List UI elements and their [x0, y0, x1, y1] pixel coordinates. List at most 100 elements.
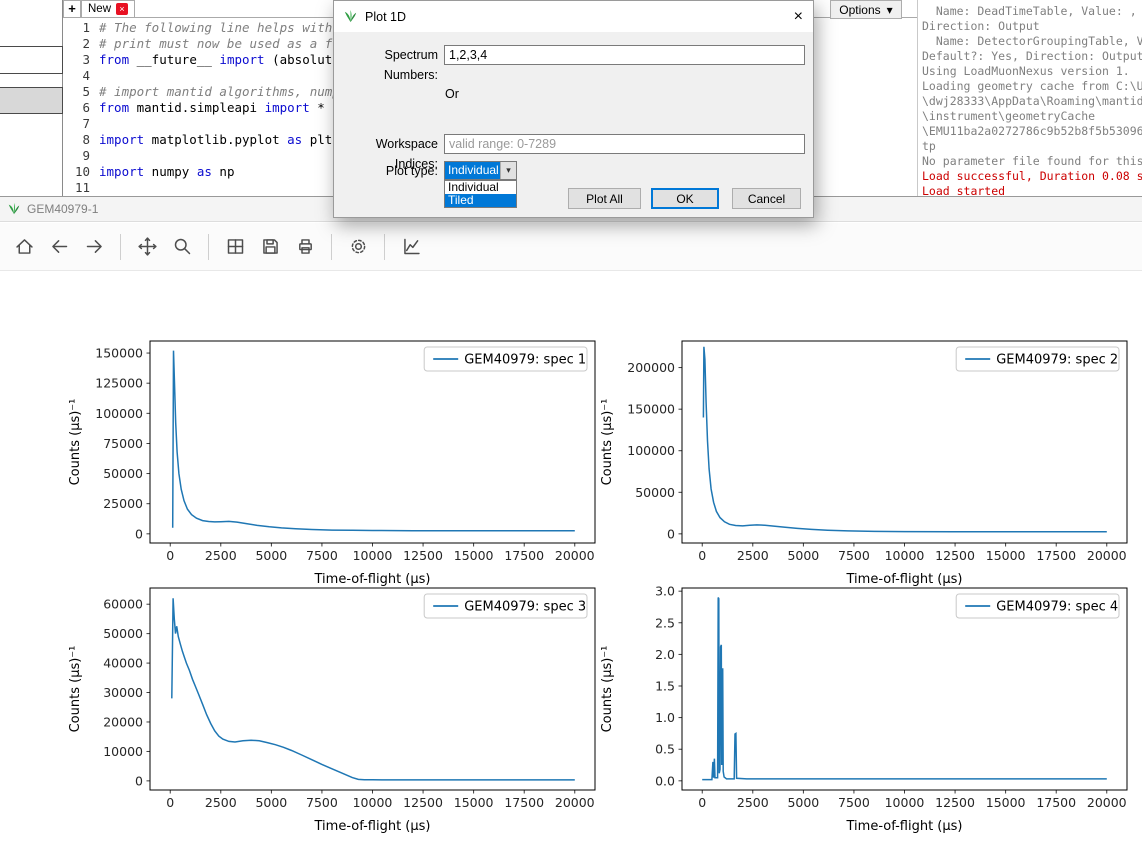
dropdown-option-tiled[interactable]: Tiled — [445, 194, 516, 207]
save-icon — [260, 236, 281, 257]
svg-text:20000: 20000 — [1087, 548, 1127, 563]
svg-text:7500: 7500 — [838, 795, 870, 810]
svg-text:7500: 7500 — [306, 548, 338, 563]
gear-icon — [348, 236, 369, 257]
svg-text:10000: 10000 — [885, 795, 925, 810]
svg-text:12500: 12500 — [403, 548, 443, 563]
plot-all-button[interactable]: Plot All — [568, 188, 641, 209]
svg-text:200000: 200000 — [627, 360, 675, 375]
svg-text:17500: 17500 — [1036, 795, 1076, 810]
chart-svg: 0250050007500100001250015000175002000005… — [587, 333, 1132, 591]
dialog-titlebar[interactable]: Plot 1D × — [334, 1, 813, 32]
settings-button[interactable] — [342, 230, 374, 264]
svg-text:15000: 15000 — [454, 795, 494, 810]
code-token: __future__ — [129, 52, 219, 67]
series-line — [702, 598, 1107, 780]
workspace-indices-label: Workspace Indices: — [340, 134, 438, 154]
spectrum-numbers-label: Spectrum Numbers: — [340, 45, 438, 65]
svg-text:50000: 50000 — [103, 626, 143, 641]
svg-text:5000: 5000 — [255, 548, 287, 563]
svg-text:50000: 50000 — [103, 466, 143, 481]
dock-cell[interactable] — [0, 46, 63, 74]
messages-log[interactable]: Name: DeadTimeTable, Value: , Direction:… — [917, 0, 1142, 196]
code-token: from — [99, 52, 129, 67]
dock-cell-selected[interactable] — [0, 87, 63, 114]
svg-text:30000: 30000 — [103, 685, 143, 700]
print-button[interactable] — [289, 230, 321, 264]
code-token: matplotlib.pyplot — [144, 132, 287, 147]
svg-text:12500: 12500 — [403, 795, 443, 810]
or-label: Or — [445, 87, 459, 101]
plot-options-icon — [401, 236, 422, 257]
chevron-down-icon: ▾ — [887, 3, 893, 17]
svg-text:50000: 50000 — [635, 485, 675, 500]
figure-toolbar — [0, 223, 1142, 271]
toolbar-separator — [384, 234, 385, 260]
line-number: 7 — [63, 116, 90, 132]
svg-text:10000: 10000 — [353, 795, 393, 810]
code-token: as — [197, 164, 212, 179]
log-line: Load successful, Duration 0.08 s — [922, 169, 1142, 184]
mantid-leaf-icon — [343, 9, 358, 24]
options-button[interactable]: Options ▾ — [830, 0, 902, 19]
svg-text:Time-of-flight (μs): Time-of-flight (μs) — [314, 819, 431, 834]
forward-button[interactable] — [78, 230, 110, 264]
tab-new-script[interactable]: New × — [81, 0, 135, 17]
plot-type-dropdown-list: IndividualTiled — [444, 180, 517, 208]
svg-text:Time-of-flight (μs): Time-of-flight (μs) — [846, 819, 963, 834]
chart-svg: 025005000750010000125001500017500200000.… — [587, 580, 1132, 838]
line-number: 10 — [63, 164, 90, 180]
log-line: Name: DeadTimeTable, Value: , — [922, 4, 1142, 19]
svg-text:5000: 5000 — [787, 548, 819, 563]
code-token: import — [219, 52, 264, 67]
svg-text:3.0: 3.0 — [655, 584, 675, 599]
svg-text:0: 0 — [667, 526, 675, 541]
zoom-button[interactable] — [166, 230, 198, 264]
log-line: Load started — [922, 184, 1142, 196]
svg-text:12500: 12500 — [935, 548, 975, 563]
save-button[interactable] — [254, 230, 286, 264]
line-number: 6 — [63, 100, 90, 116]
customize-button[interactable] — [395, 230, 427, 264]
figure-title: GEM40979-1 — [27, 202, 98, 216]
svg-text:40000: 40000 — [103, 656, 143, 671]
log-line: \EMU11ba2a0272786c9b52b8f5b53096 — [922, 124, 1142, 139]
code-token: np — [212, 164, 235, 179]
workspace-indices-input[interactable] — [444, 134, 805, 154]
plot-spec-1: 0250050007500100001250015000175002000002… — [55, 333, 600, 591]
spectrum-numbers-input[interactable] — [444, 45, 805, 65]
add-tab-button[interactable]: + — [63, 0, 81, 17]
tab-close-icon[interactable]: × — [116, 3, 128, 15]
toolbar-separator — [208, 234, 209, 260]
plot-spec-2: 0250050007500100001250015000175002000005… — [587, 333, 1132, 591]
print-icon — [295, 236, 316, 257]
back-button[interactable] — [43, 230, 75, 264]
svg-text:0: 0 — [135, 773, 143, 788]
svg-text:75000: 75000 — [103, 436, 143, 451]
log-line: Using LoadMuonNexus version 1. — [922, 64, 1142, 79]
svg-text:2.5: 2.5 — [655, 615, 675, 630]
home-button[interactable] — [8, 230, 40, 264]
ok-button[interactable]: OK — [651, 188, 719, 209]
svg-text:2.0: 2.0 — [655, 647, 675, 662]
pan-button[interactable] — [131, 230, 163, 264]
series-line — [173, 351, 575, 531]
chevron-down-icon[interactable]: ▾ — [500, 162, 516, 179]
code-token: # import mantid algorithms, numpy — [99, 84, 355, 99]
legend: GEM40979: spec 3 — [424, 594, 587, 618]
left-dock-strip — [0, 0, 63, 196]
log-line: No parameter file found for this — [922, 154, 1142, 169]
plot-type-combobox[interactable]: Individual ▾ — [444, 161, 517, 180]
svg-text:GEM40979: spec 1: GEM40979: spec 1 — [464, 353, 586, 368]
subplots-grid-icon — [225, 236, 246, 257]
svg-text:2500: 2500 — [737, 795, 769, 810]
svg-text:5000: 5000 — [787, 795, 819, 810]
log-line: Default?: Yes, Direction: Output — [922, 49, 1142, 64]
toolbar-separator — [120, 234, 121, 260]
svg-text:10000: 10000 — [353, 548, 393, 563]
close-icon[interactable]: × — [777, 8, 803, 26]
subplots-button[interactable] — [219, 230, 251, 264]
cancel-button[interactable]: Cancel — [732, 188, 801, 209]
plot-spec-3: 0250050007500100001250015000175002000001… — [55, 580, 600, 838]
line-number: 8 — [63, 132, 90, 148]
